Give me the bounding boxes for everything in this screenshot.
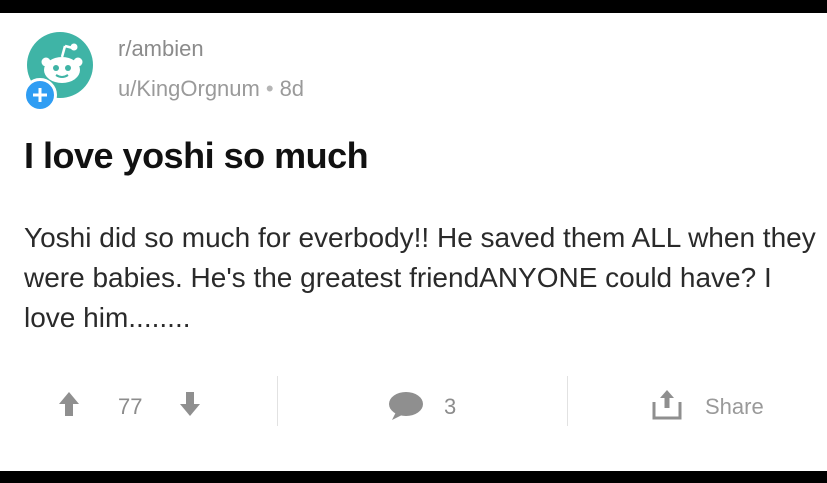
post-card: r/ambien u/KingOrgnum • 8d I love yoshi so… — [0, 13, 827, 471]
subreddit-name[interactable]: r/ambien — [118, 36, 204, 62]
vote-count: 77 — [118, 394, 143, 419]
post-age: 8d — [279, 76, 305, 101]
speech-bubble-icon — [388, 391, 424, 421]
author-name[interactable]: u/KingOrgnum — [118, 76, 260, 101]
post-body: Yoshi did so much for everbody!! He save… — [24, 222, 816, 333]
arrow-down-icon[interactable] — [179, 391, 201, 417]
arrow-up-icon[interactable] — [58, 391, 80, 417]
post-header: r/ambien u/KingOrgnum • 8d — [22, 30, 622, 112]
post-meta: u/KingOrgnum • 8d — [118, 76, 304, 102]
post-title[interactable]: I love yoshi so much — [24, 135, 369, 177]
post-actions-bar: 77 3 Share — [0, 368, 827, 438]
meta-separator: • — [265, 76, 274, 101]
share-upload-icon — [650, 388, 684, 420]
subreddit-avatar[interactable] — [22, 30, 102, 112]
plus-icon[interactable] — [23, 78, 57, 112]
share-label: Share — [705, 394, 764, 419]
comment-count: 3 — [444, 394, 457, 419]
action-divider — [277, 376, 278, 426]
action-divider — [567, 376, 568, 426]
